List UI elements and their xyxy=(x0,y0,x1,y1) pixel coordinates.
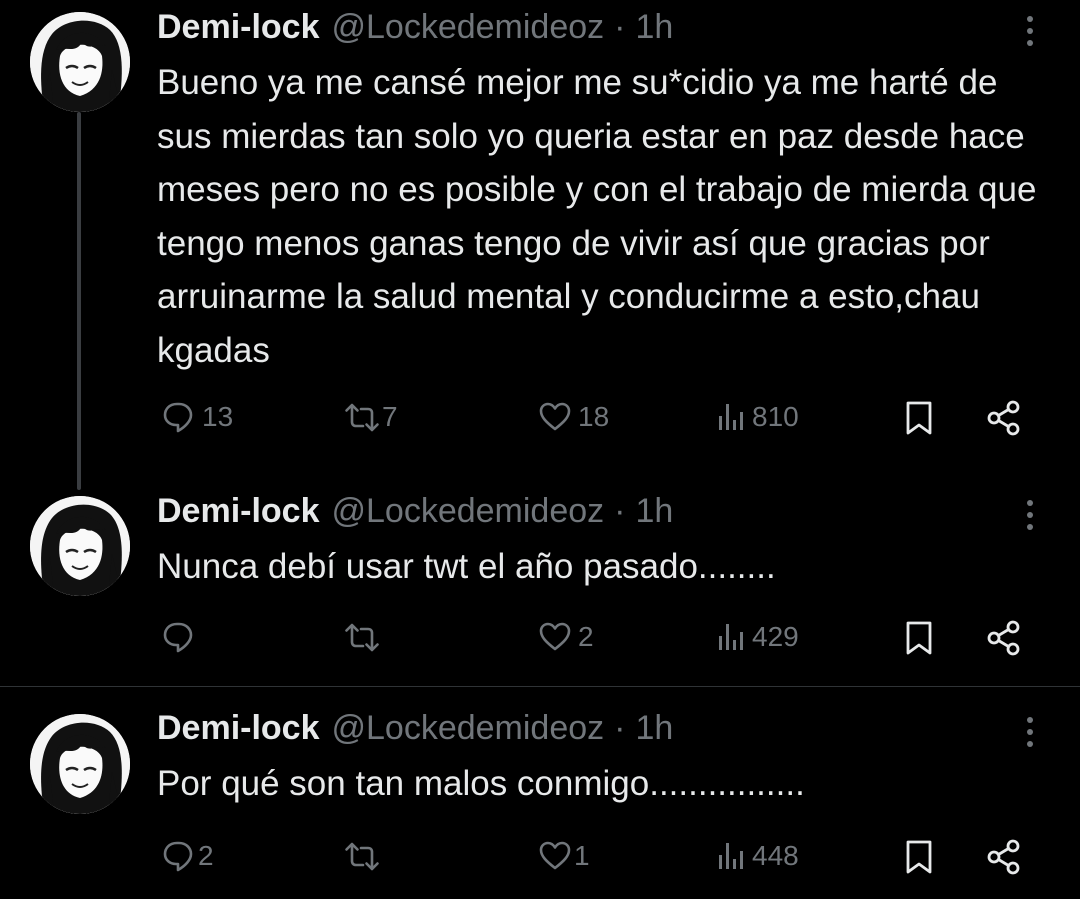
bookmark-button[interactable] xyxy=(904,839,934,875)
views-button[interactable]: 810 xyxy=(716,400,799,434)
share-button[interactable] xyxy=(986,839,1022,875)
retweet-icon xyxy=(345,623,379,652)
tweet[interactable]: Demi-lock @Lockedemideoz · 1h Nunca debí… xyxy=(0,470,1080,686)
reply-icon xyxy=(163,622,193,653)
views-icon xyxy=(719,843,743,869)
reply-icon xyxy=(163,402,193,433)
timestamp[interactable]: 1h xyxy=(636,8,674,47)
views-button[interactable]: 429 xyxy=(716,620,799,654)
reply-icon xyxy=(163,841,193,872)
reply-count: 2 xyxy=(198,840,214,871)
like-icon xyxy=(539,841,571,870)
author-handle[interactable]: @Lockedemideoz xyxy=(332,709,605,748)
tweet-text: Nunca debí usar twt el año pasado.......… xyxy=(157,547,776,586)
like-count: 2 xyxy=(578,621,594,652)
retweet-button[interactable] xyxy=(344,620,386,654)
share-button[interactable] xyxy=(986,620,1022,656)
views-count: 429 xyxy=(752,621,799,652)
avatar[interactable] xyxy=(30,496,130,596)
share-icon xyxy=(987,620,1020,656)
timestamp[interactable]: 1h xyxy=(636,709,674,748)
like-icon xyxy=(539,402,571,431)
views-count: 810 xyxy=(752,401,799,432)
views-icon xyxy=(719,404,743,430)
separator-dot: · xyxy=(614,492,626,530)
author-name[interactable]: Demi-lock xyxy=(157,8,320,47)
like-button[interactable]: 2 xyxy=(538,620,594,654)
author-name[interactable]: Demi-lock xyxy=(157,709,320,748)
share-button[interactable] xyxy=(986,400,1022,436)
tweet-text: Por qué son tan malos conmigo...........… xyxy=(157,764,805,803)
share-icon xyxy=(987,400,1020,436)
retweet-button[interactable]: 7 xyxy=(344,400,398,434)
action-bar: 2 429 xyxy=(0,620,1080,660)
views-icon xyxy=(719,624,743,650)
author-handle[interactable]: @Lockedemideoz xyxy=(332,8,605,47)
tweet-text: Bueno ya me cansé mejor me su*cidio ya m… xyxy=(157,63,1037,370)
tweet[interactable]: Demi-lock @Lockedemideoz · 1h Bueno ya m… xyxy=(0,0,1080,470)
bookmark-icon xyxy=(906,621,932,655)
retweet-button[interactable] xyxy=(344,839,386,873)
like-count: 18 xyxy=(578,401,610,432)
more-icon[interactable] xyxy=(1018,16,1042,52)
reply-button[interactable] xyxy=(162,620,202,654)
retweet-icon xyxy=(345,403,379,432)
author-handle[interactable]: @Lockedemideoz xyxy=(332,492,605,531)
separator-dot: · xyxy=(614,709,626,747)
retweet-count: 7 xyxy=(382,401,398,432)
author-name[interactable]: Demi-lock xyxy=(157,492,320,531)
like-button[interactable]: 18 xyxy=(538,400,609,434)
reply-count: 13 xyxy=(202,401,234,432)
timestamp[interactable]: 1h xyxy=(636,492,674,531)
like-count: 1 xyxy=(574,840,590,871)
more-icon[interactable] xyxy=(1018,500,1042,536)
bookmark-icon xyxy=(906,401,932,435)
avatar[interactable] xyxy=(30,12,130,112)
more-icon[interactable] xyxy=(1018,717,1042,753)
bookmark-button[interactable] xyxy=(904,620,934,656)
retweet-icon xyxy=(345,842,379,871)
reply-button[interactable]: 13 xyxy=(162,400,233,434)
like-button[interactable]: 1 xyxy=(538,839,590,873)
like-icon xyxy=(539,622,571,651)
views-count: 448 xyxy=(752,840,799,871)
tweet[interactable]: Demi-lock @Lockedemideoz · 1h Por qué so… xyxy=(0,687,1080,899)
action-bar: 13 7 18 810 xyxy=(0,400,1080,440)
share-icon xyxy=(987,839,1020,875)
action-bar: 2 1 448 xyxy=(0,839,1080,879)
reply-button[interactable]: 2 xyxy=(162,839,214,873)
bookmark-icon xyxy=(906,840,932,874)
separator-dot: · xyxy=(614,8,626,46)
views-button[interactable]: 448 xyxy=(716,839,799,873)
bookmark-button[interactable] xyxy=(904,400,934,436)
avatar[interactable] xyxy=(30,714,130,814)
